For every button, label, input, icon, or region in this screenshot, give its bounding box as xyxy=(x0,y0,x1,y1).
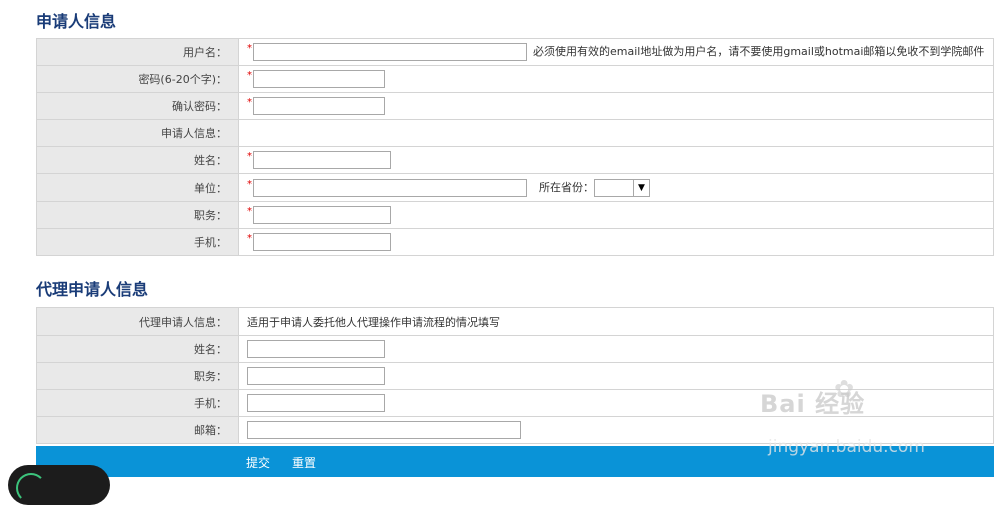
row-unit: 单位： * 所在省份： ▼ xyxy=(36,173,994,202)
mobile-input[interactable] xyxy=(253,233,391,251)
row-name: 姓名： * xyxy=(36,146,994,174)
username-input[interactable] xyxy=(253,43,527,61)
position-label: 职务： xyxy=(36,201,239,229)
row-proxy-info: 代理申请人信息： 适用于申请人委托他人代理操作申请流程的情况填写 xyxy=(36,307,994,336)
password-input[interactable] xyxy=(253,70,385,88)
proxy-name-label: 姓名： xyxy=(36,335,239,363)
proxy-email-input[interactable] xyxy=(247,421,521,439)
proxy-name-input[interactable] xyxy=(247,340,385,358)
row-proxy-name: 姓名： xyxy=(36,335,994,363)
reset-button[interactable]: 重置 xyxy=(292,454,316,471)
proxy-info-label: 代理申请人信息： xyxy=(36,307,239,336)
proxy-section-title: 代理申请人信息 xyxy=(36,280,149,299)
row-password: 密码(6-20个字)： * xyxy=(36,65,994,93)
applicant-section-title: 申请人信息 xyxy=(36,12,117,31)
position-input[interactable] xyxy=(253,206,391,224)
watermark-logo: Bai 经验 xyxy=(760,390,866,418)
proxy-position-label: 职务： xyxy=(36,362,239,390)
proxy-mobile-label: 手机： xyxy=(36,389,239,417)
name-input[interactable] xyxy=(253,151,391,169)
row-confirm-password: 确认密码： * xyxy=(36,92,994,120)
confirm-password-label: 确认密码： xyxy=(36,92,239,120)
province-select[interactable]: ▼ xyxy=(594,178,650,197)
username-label: 用户名： xyxy=(36,38,239,66)
name-label: 姓名： xyxy=(36,146,239,174)
unit-label: 单位： xyxy=(36,173,239,202)
applicant-form-table: 用户名： * 必须使用有效的email地址做为用户名，请不要使用gmail或hot… xyxy=(36,38,994,256)
required-mark: * xyxy=(247,178,252,190)
required-mark: * xyxy=(247,206,252,217)
confirm-password-input[interactable] xyxy=(253,97,385,115)
required-mark: * xyxy=(247,70,252,81)
unit-input[interactable] xyxy=(253,178,527,197)
required-mark: * xyxy=(247,151,252,162)
proxy-email-label: 邮箱： xyxy=(36,416,239,444)
required-mark: * xyxy=(247,43,252,54)
required-mark: * xyxy=(247,97,252,108)
chevron-down-icon: ▼ xyxy=(633,179,649,196)
row-position: 职务： * xyxy=(36,201,994,229)
row-username: 用户名： * 必须使用有效的email地址做为用户名，请不要使用gmail或hot… xyxy=(36,38,994,66)
progress-ring-icon xyxy=(16,473,46,503)
province-label: 所在省份： xyxy=(539,180,594,194)
submit-button[interactable]: 提交 xyxy=(246,454,270,471)
username-hint: 必须使用有效的email地址做为用户名，请不要使用gmail或hotmai邮箱以… xyxy=(533,45,985,58)
row-mobile: 手机： * xyxy=(36,228,994,256)
watermark-url: jingyan.baidu.com xyxy=(768,437,925,457)
proxy-mobile-input[interactable] xyxy=(247,394,385,412)
proxy-info-note: 适用于申请人委托他人代理操作申请流程的情况填写 xyxy=(247,315,500,329)
password-label: 密码(6-20个字)： xyxy=(36,65,239,93)
applicant-info-label: 申请人信息： xyxy=(36,119,239,147)
mobile-label: 手机： xyxy=(36,228,239,256)
required-mark: * xyxy=(247,233,252,244)
proxy-position-input[interactable] xyxy=(247,367,385,385)
row-applicant-info: 申请人信息： xyxy=(36,119,994,147)
